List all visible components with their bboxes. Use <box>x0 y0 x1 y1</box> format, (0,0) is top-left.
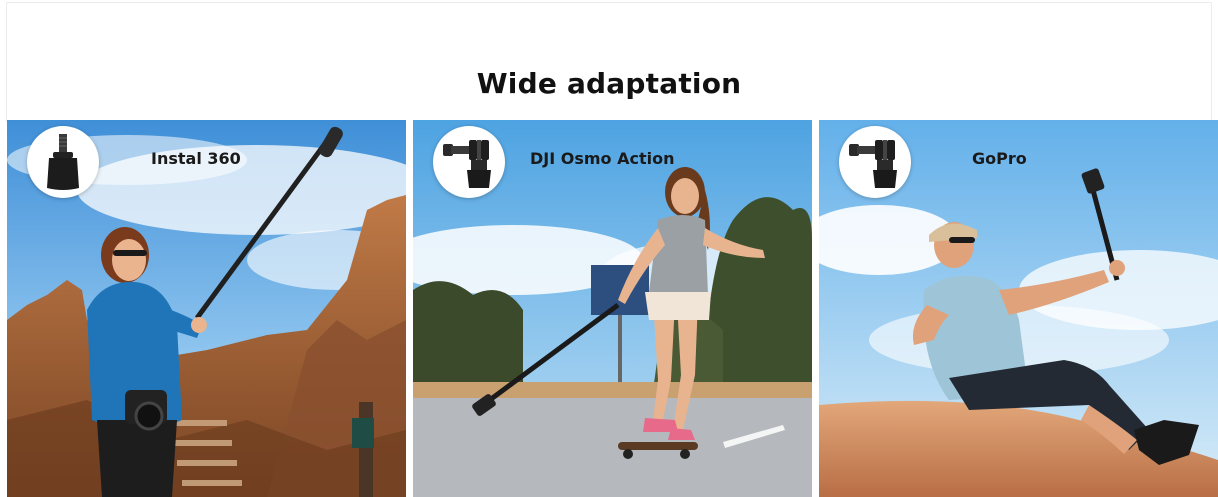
divider <box>1211 2 1212 122</box>
gopro-mount-icon <box>433 126 505 198</box>
gopro-mount-icon <box>839 126 911 198</box>
panel-label: Instal 360 <box>151 149 241 168</box>
panel-gopro: GoPro <box>819 120 1218 497</box>
panel-instal-360: Instal 360 <box>7 120 406 497</box>
section-title: Wide adaptation <box>476 67 742 100</box>
panel-dji-osmo-action: DJI Osmo Action <box>413 120 812 497</box>
wide-adaptation-section: Wide adaptation Instal 360 DJI Osmo Acti… <box>0 0 1218 497</box>
panel-label: DJI Osmo Action <box>530 149 675 168</box>
panel-label: GoPro <box>972 149 1027 168</box>
screw-mount-icon <box>27 126 99 198</box>
divider <box>6 2 1212 3</box>
divider <box>6 2 7 122</box>
